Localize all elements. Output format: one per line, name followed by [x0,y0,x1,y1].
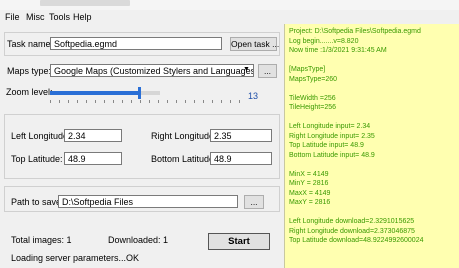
log-panel[interactable]: Project: D:\Softpedia Files\Softpedia.eg… [284,24,459,268]
menu-file[interactable]: File [5,12,20,22]
maps-type-label: Maps type: [7,66,52,76]
browse-path-button[interactable]: ... [244,195,264,209]
log-line: Top Latitude download=48.9224992600024 [289,237,424,244]
log-line: MinY = 2816 [289,180,329,187]
log-line: MaxX = 4149 [289,189,331,197]
zoom-ticks [50,100,240,103]
menu-misc[interactable]: Misc [26,12,45,22]
top-latitude-label: Top Latitude: [11,154,63,164]
log-line: Log begin.......v=8.820 [289,37,359,45]
task-name-label: Task name: [7,39,54,49]
log-line: Right Longitude input= 2.35 [289,132,375,140]
left-longitude-input[interactable]: 2.34 [64,129,122,142]
maps-more-button[interactable]: ... [258,64,277,78]
right-longitude-input[interactable]: 2.35 [210,129,272,142]
left-longitude-label: Left Longitude: [11,131,71,141]
zoom-value: 13 [248,91,259,101]
top-latitude-input[interactable]: 48.9 [64,152,122,165]
total-images-text: Total images: 1 [11,235,72,245]
path-to-save-input[interactable]: D:\Softpedia Files [58,195,238,208]
log-line: MapsType=260 [289,75,338,83]
log-line: Top Latitude input= 48.9 [289,142,364,149]
log-line: MaxY = 2816 [289,199,331,206]
zoom-level-label: Zoom level: [6,87,53,97]
bottom-latitude-input[interactable]: 48.9 [210,152,272,165]
log-line: Left Longitude download=2.3291015625 [289,218,415,225]
log-line: MinX = 4149 [289,170,329,178]
open-task-button[interactable]: Open task ... [230,37,279,51]
log-line: Right Longitude download=2.373046875 [289,227,415,235]
chevron-down-icon[interactable]: ▼ [243,66,250,73]
log-line: Now time :1/3/2021 9:31:45 AM [289,47,387,54]
right-longitude-label: Right Longitude: [151,131,217,141]
log-line: TileWidth =256 [289,94,336,102]
path-to-save-label: Path to save: [11,197,64,207]
task-name-input[interactable]: Softpedia.egmd [50,37,222,50]
maps-type-select[interactable]: Google Maps (Customized Stylers and Lang… [50,64,254,77]
log-line: TileHeight=256 [289,104,337,111]
window-title [40,0,130,6]
log-line: Bottom Latitude input= 48.9 [289,151,375,159]
log-line: [MapsType] [289,66,326,73]
status-message: Loading server parameters...OK [11,253,140,263]
menu-bar: File Misc Tools Help [0,10,282,24]
zoom-slider-thumb[interactable] [138,87,141,99]
title-bar [0,0,459,10]
coordinates-group [4,114,280,179]
zoom-slider-fill [50,91,138,95]
downloaded-text: Downloaded: 1 [108,235,169,245]
menu-help[interactable]: Help [73,12,92,22]
menu-tools[interactable]: Tools [49,12,70,22]
maps-type-value: Google Maps (Customized Stylers and Lang… [54,66,254,76]
log-line: Project: D:\Softpedia Files\Softpedia.eg… [289,28,421,35]
log-line: Left Longitude input= 2.34 [289,123,371,130]
zoom-slider-track[interactable] [50,91,160,95]
start-button[interactable]: Start [208,233,270,250]
bottom-latitude-label: Bottom Latitude: [151,154,217,164]
